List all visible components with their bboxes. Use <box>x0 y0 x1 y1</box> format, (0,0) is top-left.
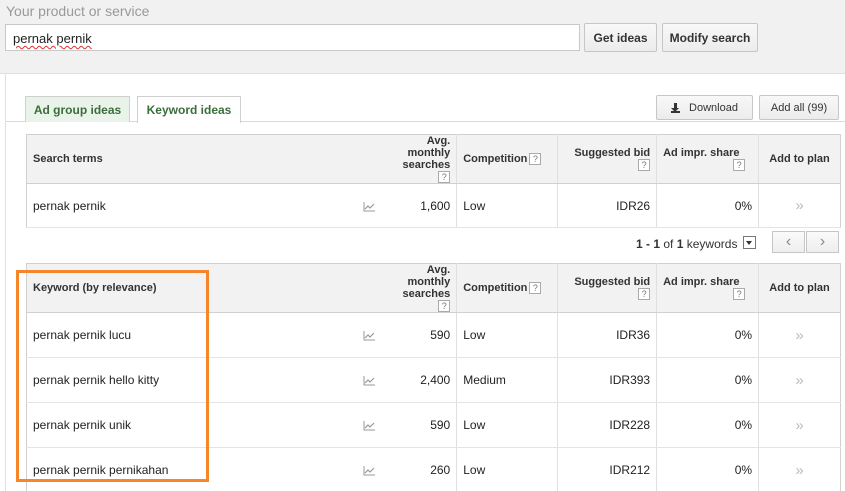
search-panel: Your product or service pernak pernik Ge… <box>0 0 845 74</box>
question-mark-icon[interactable]: ? <box>529 282 542 295</box>
keyword-term: pernak pernik hello kitty <box>26 357 356 404</box>
question-mark-icon[interactable]: ? <box>638 288 651 301</box>
table-row: pernak pernik pernikahan 260 Low IDR212 … <box>26 447 841 491</box>
ad-impr-share: 0% <box>656 357 759 404</box>
suggested-bid: IDR36 <box>557 312 657 359</box>
avg-monthly-searches: 2,400 <box>383 357 457 404</box>
suggested-bid: IDR212 <box>557 447 657 491</box>
col-competition[interactable]: Competition? <box>456 263 558 314</box>
download-button[interactable]: Download <box>656 95 753 120</box>
chevron-right-icon: › <box>819 233 826 250</box>
col-suggested-bid[interactable]: Suggested bid? <box>557 134 657 185</box>
table-row: pernak pernik 1,600 Low IDR26 0% » <box>26 183 841 229</box>
product-label: Your product or service <box>6 3 150 19</box>
table-row: pernak pernik hello kitty 2,400 Medium I… <box>26 357 841 404</box>
col-add-to-plan: Add to plan <box>758 263 841 314</box>
trend-chart-icon[interactable] <box>363 330 376 341</box>
table-row: pernak pernik unik 590 Low IDR228 0% » <box>26 402 841 449</box>
search-terms-table: Search terms Avg. monthly searches? Compe… <box>26 134 841 229</box>
ad-impr-share: 0% <box>656 183 759 229</box>
product-input-value: pernak pernik <box>13 31 92 46</box>
chevron-left-icon: ‹ <box>785 233 792 250</box>
avg-monthly-searches: 260 <box>383 447 457 491</box>
competition: Low <box>456 312 558 359</box>
keyword-term: pernak pernik lucu <box>26 312 356 359</box>
question-mark-icon[interactable]: ? <box>438 300 451 313</box>
tab-ad-group-ideas[interactable]: Ad group ideas <box>25 96 130 122</box>
avg-monthly-searches: 590 <box>383 402 457 449</box>
next-page-button[interactable]: › <box>806 231 839 253</box>
get-ideas-button[interactable]: Get ideas <box>584 23 657 52</box>
suggested-bid: IDR228 <box>557 402 657 449</box>
product-input[interactable]: pernak pernik <box>5 24 580 51</box>
trend-chart-icon[interactable] <box>363 375 376 386</box>
download-arrow-icon <box>671 102 681 113</box>
search-term: pernak pernik <box>26 183 356 229</box>
col-ad-impr-share[interactable]: Ad impr. share? <box>656 263 759 314</box>
col-keyword[interactable]: Keyword (by relevance) <box>26 263 356 314</box>
double-chevron-right-icon[interactable]: » <box>795 417 803 434</box>
col-competition[interactable]: Competition? <box>456 134 558 185</box>
table-header: Keyword (by relevance) Avg. monthly searc… <box>26 263 841 314</box>
question-mark-icon[interactable]: ? <box>638 159 651 172</box>
modify-search-button[interactable]: Modify search <box>662 23 758 52</box>
suggested-bid: IDR26 <box>557 183 657 229</box>
keyword-term: pernak pernik pernikahan <box>26 447 356 491</box>
add-all-button[interactable]: Add all (99) <box>759 95 839 120</box>
tab-divider <box>6 121 845 122</box>
results-panel: Ad group ideas Keyword ideas Download Ad… <box>5 74 845 491</box>
keyword-ideas-table: Keyword (by relevance) Avg. monthly searc… <box>26 263 841 491</box>
ad-impr-share: 0% <box>656 447 759 491</box>
suggested-bid: IDR393 <box>557 357 657 404</box>
trend-chart-icon[interactable] <box>363 420 376 431</box>
col-avg-monthly[interactable]: Avg. monthly searches? <box>383 263 457 314</box>
question-mark-icon[interactable]: ? <box>733 288 746 301</box>
pagination: 1 - 1 of 1 keywords ‹ › <box>6 231 845 261</box>
ad-impr-share: 0% <box>656 402 759 449</box>
double-chevron-right-icon[interactable]: » <box>795 462 803 479</box>
keyword-term: pernak pernik unik <box>26 402 356 449</box>
pager-text: 1 - 1 of 1 keywords <box>636 237 738 251</box>
competition: Low <box>456 183 558 229</box>
competition: Medium <box>456 357 558 404</box>
trend-chart-icon[interactable] <box>363 465 376 476</box>
competition: Low <box>456 402 558 449</box>
col-search-terms[interactable]: Search terms <box>26 134 356 185</box>
question-mark-icon[interactable]: ? <box>529 153 542 166</box>
question-mark-icon[interactable]: ? <box>733 159 746 172</box>
double-chevron-right-icon[interactable]: » <box>795 327 803 344</box>
col-ad-impr-share[interactable]: Ad impr. share? <box>656 134 759 185</box>
download-label: Download <box>689 101 738 114</box>
ad-impr-share: 0% <box>656 312 759 359</box>
double-chevron-right-icon[interactable]: » <box>795 372 803 389</box>
question-mark-icon[interactable]: ? <box>438 171 451 184</box>
prev-page-button[interactable]: ‹ <box>772 231 805 253</box>
col-avg-monthly[interactable]: Avg. monthly searches? <box>383 134 457 185</box>
col-suggested-bid[interactable]: Suggested bid? <box>557 263 657 314</box>
competition: Low <box>456 447 558 491</box>
avg-monthly-searches: 1,600 <box>383 183 457 229</box>
tab-keyword-ideas[interactable]: Keyword ideas <box>137 96 241 123</box>
dropdown-arrow-icon[interactable] <box>743 236 756 249</box>
table-row: pernak pernik lucu 590 Low IDR36 0% » <box>26 312 841 359</box>
trend-chart-icon[interactable] <box>363 201 376 212</box>
avg-monthly-searches: 590 <box>383 312 457 359</box>
double-chevron-right-icon[interactable]: » <box>795 197 803 214</box>
table-header: Search terms Avg. monthly searches? Compe… <box>26 134 841 185</box>
col-add-to-plan: Add to plan <box>758 134 841 185</box>
